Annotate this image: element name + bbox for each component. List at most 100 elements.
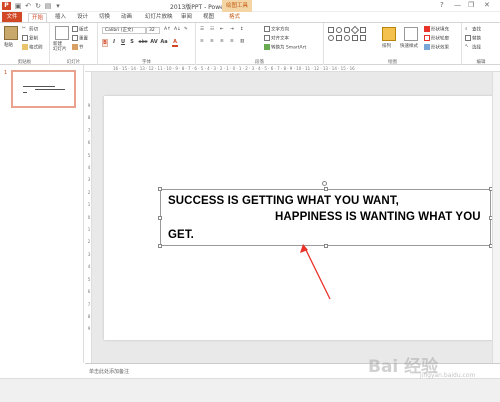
slide-thumbnails-pane: 1 [0, 65, 84, 363]
grow-font-icon[interactable]: A↑ [164, 27, 171, 32]
font-name-select[interactable]: Calibri (正文) [102, 27, 146, 34]
copy-button[interactable]: 复制 [22, 35, 38, 42]
vertical-scrollbar[interactable] [492, 72, 500, 363]
copy-label: 复制 [29, 36, 38, 42]
tab-transitions[interactable]: 切换 [96, 13, 113, 22]
bullets-icon[interactable]: ☰ [200, 27, 204, 32]
shape-oval-icon[interactable] [336, 27, 342, 33]
slide-editing-area: SUCCESS IS GETTING WHAT YOU WANT, HAPPIN… [92, 72, 500, 363]
shape-textbox-icon[interactable] [360, 27, 366, 33]
find-button[interactable]: ⌕ 查找 [465, 26, 481, 33]
columns-icon[interactable]: ▥ [240, 39, 244, 44]
smartart-label: 转换为 SmartArt [271, 45, 307, 51]
paste-button[interactable]: 粘贴 [4, 42, 13, 48]
change-case-button[interactable]: Aa [160, 39, 168, 45]
numbering-icon[interactable]: ☷ [210, 27, 214, 32]
new-slide-icon[interactable] [55, 26, 69, 40]
close-icon[interactable]: ✕ [484, 1, 490, 9]
layout-button[interactable]: 版式 [72, 26, 88, 33]
shape-rect-icon[interactable] [328, 27, 334, 33]
section-button[interactable]: 节 [72, 44, 84, 51]
select-button[interactable]: ↖ 选择 [465, 44, 481, 51]
slide-number: 1 [4, 70, 8, 76]
ribbon-tabs: 文件 开始 插入 设计 切换 动画 幻灯片放映 审阅 视图 格式 [0, 12, 500, 22]
vertical-ruler: 9876543210123456789 [85, 72, 92, 363]
tab-insert[interactable]: 插入 [52, 13, 69, 22]
replace-button[interactable]: 替换 [465, 35, 481, 42]
tab-home[interactable]: 开始 [28, 13, 48, 22]
slide[interactable]: SUCCESS IS GETTING WHAT YOU WANT, HAPPIN… [104, 96, 496, 340]
underline-button[interactable]: U [120, 39, 126, 45]
notes-placeholder[interactable]: 单击此处添加备注 [89, 368, 129, 375]
align-center-icon[interactable]: ≡ [210, 39, 214, 44]
line-spacing-icon[interactable]: ↕ [240, 27, 244, 32]
search-icon: ⌕ [465, 27, 468, 32]
font-size-select[interactable]: 32 [146, 27, 160, 34]
powerpoint-window: P ▣ ↶ ↻ ▤ ▾ 2013版PPT - PowerPoint 绘图工具 ?… [0, 0, 500, 402]
status-bar [0, 378, 500, 402]
save-icon[interactable]: ▣ [14, 2, 22, 10]
tab-slideshow[interactable]: 幻灯片放映 [142, 13, 176, 22]
justify-icon[interactable]: ≡ [230, 39, 234, 44]
shape-circle-icon[interactable] [328, 35, 334, 41]
thumb-text-line [23, 86, 55, 87]
shape-effects-button[interactable]: 形状效果 [424, 44, 449, 51]
strikethrough-button[interactable]: abc [138, 39, 148, 45]
paste-icon[interactable] [4, 26, 18, 40]
shape-rounded-icon[interactable] [344, 27, 350, 33]
tab-view[interactable]: 视图 [200, 13, 217, 22]
maximize-icon[interactable]: ❐ [468, 1, 474, 9]
shape-square-icon[interactable] [336, 35, 342, 41]
shape-star-icon[interactable] [352, 35, 358, 41]
undo-icon[interactable]: ↶ [24, 2, 32, 10]
shadow-button[interactable]: S [129, 39, 135, 45]
shape-effects-label: 形状效果 [431, 45, 449, 51]
smartart-button[interactable]: 转换为 SmartArt [264, 44, 306, 51]
quick-styles-icon[interactable] [404, 27, 418, 41]
increase-indent-icon[interactable]: ⇥ [230, 27, 234, 32]
text-direction-button[interactable]: 文字方向 [264, 26, 289, 33]
paragraph-group: ☰ ☷ ⇤ ⇥ ↕ ≡ ≡ ≡ ≡ ▥ 文字方向 对齐文本 转换为 SmartA… [196, 23, 324, 66]
tab-design[interactable]: 设计 [74, 13, 91, 22]
present-icon[interactable]: ▤ [44, 2, 52, 10]
smartart-icon [264, 44, 270, 50]
format-painter-button[interactable]: 格式刷 [22, 44, 43, 51]
slides-group: 新建 幻灯片 版式 重置 节 幻灯片 [50, 23, 98, 66]
clear-format-icon[interactable]: ✎ [184, 27, 188, 32]
paint-bucket-icon [424, 26, 430, 32]
tab-animations[interactable]: 动画 [118, 13, 135, 22]
drawing-tools-context-title: 绘图工具 [222, 0, 252, 12]
align-text-button[interactable]: 对齐文本 [264, 35, 289, 42]
quick-styles-button[interactable]: 快速样式 [400, 43, 418, 49]
bold-button[interactable]: B [102, 39, 108, 47]
char-spacing-button[interactable]: AV [150, 39, 158, 45]
shape-fill-button[interactable]: 形状填充 [424, 26, 449, 33]
minimize-icon[interactable]: — [454, 1, 461, 9]
slide-thumbnail-1[interactable] [11, 70, 76, 108]
arrange-button[interactable]: 排列 [382, 43, 391, 49]
customize-qat-icon[interactable]: ▾ [54, 2, 62, 10]
cut-button[interactable]: ✂ 剪切 [22, 26, 38, 33]
shape-outline-button[interactable]: 形状轮廓 [424, 35, 449, 42]
italic-button[interactable]: I [111, 39, 117, 45]
arrange-icon[interactable] [382, 27, 396, 41]
layout-icon [72, 26, 78, 32]
tab-format[interactable]: 格式 [226, 13, 243, 22]
text-direction-label: 文字方向 [271, 27, 289, 33]
shrink-font-icon[interactable]: A↓ [174, 27, 181, 32]
align-left-icon[interactable]: ≡ [200, 39, 204, 44]
scissors-icon: ✂ [22, 26, 26, 31]
tab-file[interactable]: 文件 [2, 12, 22, 22]
reset-icon [72, 35, 78, 41]
new-slide-button[interactable]: 新建 幻灯片 [53, 42, 67, 52]
redo-icon[interactable]: ↻ [34, 2, 42, 10]
help-icon[interactable]: ? [440, 1, 444, 9]
tab-review[interactable]: 审阅 [178, 13, 195, 22]
decrease-indent-icon[interactable]: ⇤ [220, 27, 224, 32]
font-color-button[interactable]: A [172, 39, 178, 47]
shape-callout-icon[interactable] [344, 35, 350, 41]
shape-diamond-icon[interactable] [350, 25, 360, 35]
shape-brace-icon[interactable] [360, 35, 366, 41]
align-right-icon[interactable]: ≡ [220, 39, 224, 44]
reset-button[interactable]: 重置 [72, 35, 88, 42]
